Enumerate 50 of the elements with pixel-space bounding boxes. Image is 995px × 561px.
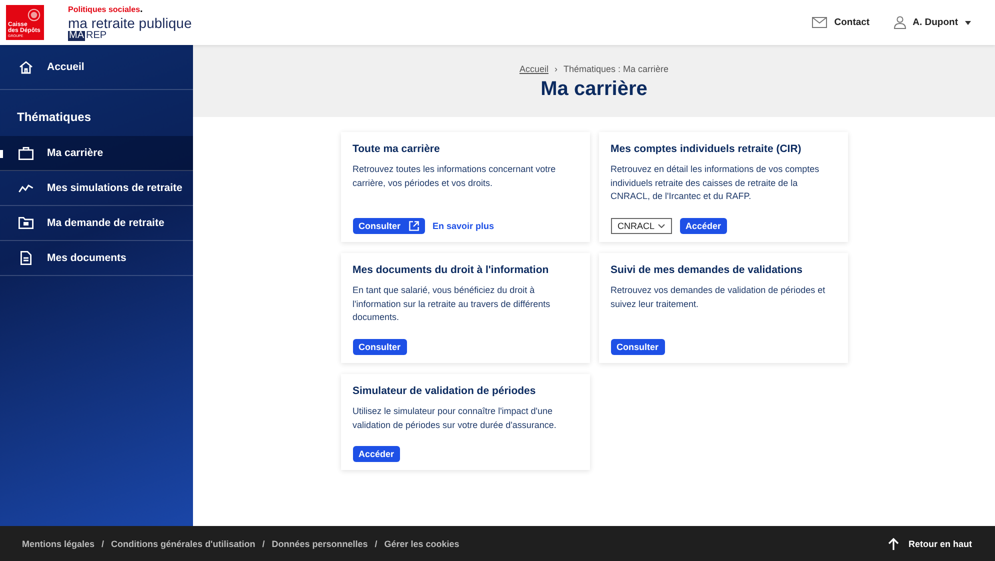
footer-separator: / <box>374 538 378 548</box>
page-title: Ma carrière <box>540 78 648 101</box>
back-to-top-link[interactable]: Retour en haut <box>888 538 972 550</box>
action-button[interactable]: Consulter <box>352 339 407 355</box>
brand-dot: . <box>140 4 143 14</box>
card-text: Retrouvez vos demandes de validation de périodes et suivez leur traitement. <box>610 284 826 310</box>
breadcrumb-separator: › <box>554 64 558 74</box>
arrow-up-icon <box>888 538 900 550</box>
seal-icon <box>27 8 41 22</box>
action-button[interactable]: Consulter <box>352 218 425 234</box>
breadcrumb-link[interactable]: Accueil <box>519 64 548 74</box>
footer-separator: / <box>102 538 104 548</box>
card-title: Mes documents du droit à l'information <box>352 264 550 276</box>
brand-code: REP <box>85 30 108 40</box>
fund-select[interactable]: CNRACL <box>610 218 672 234</box>
sidebar-heading: Thématiques <box>16 109 92 126</box>
breadcrumb-current: Thématiques : Ma carrière <box>563 64 669 74</box>
brand-name: ma retraite publique <box>68 16 192 30</box>
card-text: Utilisez le simulateur pour connaître l'impact d'une validation de périodes sur votre durée d'assurance. <box>352 405 558 432</box>
contact-link[interactable]: Contact <box>812 16 870 29</box>
footer-link[interactable]: Mentions légales <box>22 538 95 548</box>
folder-icon <box>18 217 34 229</box>
user-menu[interactable]: A. Dupont <box>894 16 971 29</box>
card-title: Toute ma carrière <box>352 143 441 155</box>
sidebar-item[interactable]: Ma carrière <box>0 136 193 171</box>
card-text: En tant que salarié, vous bénéficiez du droit à l'information sur la retraite au travers de différents documents. <box>352 284 552 324</box>
brand-tagline: Politiques sociales <box>68 6 140 14</box>
caret-icon <box>965 20 971 24</box>
mail-icon <box>812 17 828 28</box>
card-title: Simulateur de validation de périodes <box>352 385 537 397</box>
footer-separator: / <box>262 538 265 548</box>
card-text: Retrouvez toutes les informations concernant votre carrière, vos périodes et vos droits. <box>352 163 557 190</box>
brand-code-highlight: MA <box>68 30 85 40</box>
document-icon <box>18 251 34 265</box>
footer-link[interactable]: Données personnelles <box>272 538 368 548</box>
action-button[interactable]: Consulter <box>610 339 665 355</box>
more-info-link[interactable]: En savoir plus <box>432 221 494 231</box>
action-button[interactable]: Accéder <box>680 218 728 234</box>
trend-line-icon <box>18 184 34 192</box>
footer-link[interactable]: Gérer les cookies <box>384 538 460 548</box>
action-button[interactable]: Accéder <box>352 446 400 462</box>
chevron-icon <box>658 224 664 228</box>
external-link-icon <box>408 221 419 231</box>
user-icon <box>894 16 906 29</box>
briefcase-icon <box>18 146 34 160</box>
card-title: Mes comptes individuels retraite (CIR) <box>610 143 802 155</box>
footer-link[interactable]: Conditions générales d'utilisation <box>111 538 256 548</box>
card-text: Retrouvez en détail les informations de vos comptes individuels retraite des caisses de retraite de la CNRACL, de l'Ircantec et du RAFP. <box>610 163 820 203</box>
card-title: Suivi de mes demandes de validations <box>610 264 804 276</box>
home-icon <box>18 60 34 74</box>
